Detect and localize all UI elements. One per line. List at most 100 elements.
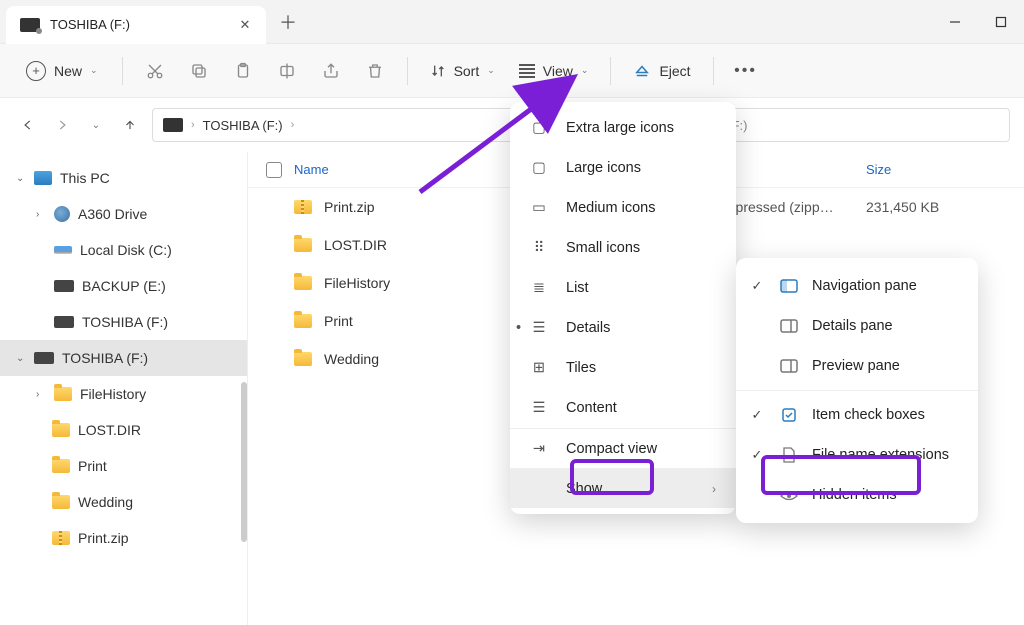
- annotation-box-show: [570, 459, 654, 495]
- scrollbar[interactable]: [241, 382, 247, 542]
- pc-icon: [34, 171, 52, 185]
- forward-button[interactable]: [48, 111, 76, 139]
- sidebar-item-toshiba-f[interactable]: TOSHIBA (F:): [0, 304, 247, 340]
- close-tab-button[interactable]: ✕: [238, 18, 252, 32]
- menu-item-md-icons[interactable]: ▭Medium icons: [510, 188, 736, 228]
- drive-icon: [163, 118, 183, 132]
- sidebar-item-label: Print: [78, 458, 107, 474]
- sidebar-item-local-c[interactable]: Local Disk (C:): [0, 232, 247, 268]
- checkbox-icon: [778, 407, 800, 423]
- title-bar: TOSHIBA (F:) ✕ ＋: [0, 0, 1024, 44]
- folder-icon: [54, 387, 72, 401]
- drive-icon: [34, 352, 54, 364]
- eject-button[interactable]: Eject: [623, 56, 700, 86]
- menu-item-tiles[interactable]: ⊞Tiles: [510, 348, 736, 388]
- sidebar-item-toshiba-f-expanded[interactable]: ⌄TOSHIBA (F:): [0, 340, 247, 376]
- sidebar-item-backup-e[interactable]: BACKUP (E:): [0, 268, 247, 304]
- annotation-box-hidden: [761, 455, 921, 495]
- file-name: Print: [324, 313, 353, 329]
- sidebar-item-print[interactable]: Print: [0, 448, 247, 484]
- window-controls: [932, 2, 1024, 42]
- sidebar-item-label: Wedding: [78, 494, 133, 510]
- sidebar-item-label: A360 Drive: [78, 206, 147, 222]
- chevron-down-icon: ⌄: [487, 65, 495, 76]
- menu-item-content[interactable]: ☰Content: [510, 388, 736, 428]
- drive-icon: [20, 18, 40, 32]
- menu-item-sm-icons[interactable]: ⠿Small icons: [510, 228, 736, 268]
- up-button[interactable]: [116, 111, 144, 139]
- chevron-right-icon: ›: [291, 119, 295, 131]
- tiles-icon: ⊞: [528, 360, 550, 376]
- nav-arrows: ⌄: [14, 111, 144, 139]
- folder-icon: [52, 423, 70, 437]
- file-size: 231,450 KB: [866, 199, 939, 215]
- delete-button[interactable]: [355, 52, 395, 90]
- menu-item-details-pane[interactable]: Details pane: [736, 306, 978, 346]
- sidebar-item-label: TOSHIBA (F:): [62, 350, 148, 366]
- separator: [407, 57, 408, 85]
- menu-item-details[interactable]: •☰Details: [510, 308, 736, 348]
- address-bar[interactable]: › TOSHIBA (F:) › ⌄: [152, 108, 550, 142]
- sidebar-item-this-pc[interactable]: ⌄This PC: [0, 160, 247, 196]
- file-name: FileHistory: [324, 275, 390, 291]
- folder-icon: [52, 495, 70, 509]
- drive-icon: [54, 316, 74, 328]
- eject-label: Eject: [659, 63, 690, 79]
- rename-button[interactable]: [267, 52, 307, 90]
- lg-icons-icon: ▢: [528, 160, 550, 176]
- menu-item-lg-icons[interactable]: ▢Large icons: [510, 148, 736, 188]
- view-label: View: [543, 63, 573, 79]
- menu-item-xl-icons[interactable]: ▢Extra large icons: [510, 108, 736, 148]
- view-button[interactable]: View ⌄: [509, 57, 599, 85]
- a360-icon: [54, 206, 70, 222]
- chevron-down-icon: ⌄: [581, 65, 589, 76]
- maximize-button[interactable]: [978, 2, 1024, 42]
- sort-icon: [430, 63, 446, 79]
- details-icon: ☰: [528, 320, 550, 336]
- sidebar-item-wedding[interactable]: Wedding: [0, 484, 247, 520]
- zip-icon: [52, 531, 70, 545]
- menu-item-preview-pane[interactable]: Preview pane: [736, 346, 978, 386]
- new-button[interactable]: + New ⌄: [14, 55, 110, 87]
- new-tab-button[interactable]: ＋: [270, 4, 306, 40]
- back-button[interactable]: [14, 111, 42, 139]
- menu-item-nav-pane[interactable]: ✓Navigation pane: [736, 266, 978, 306]
- file-name: LOST.DIR: [324, 237, 387, 253]
- zip-icon: [294, 200, 312, 214]
- sidebar-item-lostdir[interactable]: LOST.DIR: [0, 412, 247, 448]
- file-name: Wedding: [324, 351, 379, 367]
- breadcrumb[interactable]: TOSHIBA (F:): [203, 118, 283, 133]
- sidebar-item-label: TOSHIBA (F:): [82, 314, 168, 330]
- sidebar-item-a360[interactable]: ›A360 Drive: [0, 196, 247, 232]
- column-size[interactable]: Size: [866, 162, 891, 177]
- chevron-right-icon: ›: [712, 482, 716, 496]
- window-tab[interactable]: TOSHIBA (F:) ✕: [6, 6, 266, 44]
- minimize-button[interactable]: [932, 2, 978, 42]
- paste-button[interactable]: [223, 52, 263, 90]
- sidebar-item-label: Local Disk (C:): [80, 242, 172, 258]
- recent-button[interactable]: ⌄: [82, 111, 110, 139]
- share-button[interactable]: [311, 52, 351, 90]
- menu-item-check-boxes[interactable]: ✓Item check boxes: [736, 395, 978, 435]
- sidebar-item-printzip[interactable]: Print.zip: [0, 520, 247, 556]
- tab-title: TOSHIBA (F:): [50, 17, 228, 32]
- xl-icons-icon: ▢: [528, 120, 550, 136]
- separator: [713, 57, 714, 85]
- sidebar-item-label: Print.zip: [78, 530, 129, 546]
- copy-button[interactable]: [179, 52, 219, 90]
- pane-icon: [778, 279, 800, 293]
- plus-icon: +: [26, 61, 46, 81]
- menu-item-list[interactable]: ≣List: [510, 268, 736, 308]
- chevron-down-icon: ⌄: [90, 65, 98, 76]
- sort-button[interactable]: Sort ⌄: [420, 57, 505, 85]
- md-icons-icon: ▭: [528, 200, 550, 216]
- sidebar-item-filehistory[interactable]: ›FileHistory: [0, 376, 247, 412]
- more-button[interactable]: •••: [726, 52, 766, 90]
- file-name: Print.zip: [324, 199, 375, 215]
- sidebar-item-label: LOST.DIR: [78, 422, 141, 438]
- cut-button[interactable]: [135, 52, 175, 90]
- sm-icons-icon: ⠿: [528, 240, 550, 256]
- select-all-checkbox[interactable]: [266, 162, 282, 178]
- chevron-right-icon: ›: [191, 119, 195, 131]
- folder-icon: [52, 459, 70, 473]
